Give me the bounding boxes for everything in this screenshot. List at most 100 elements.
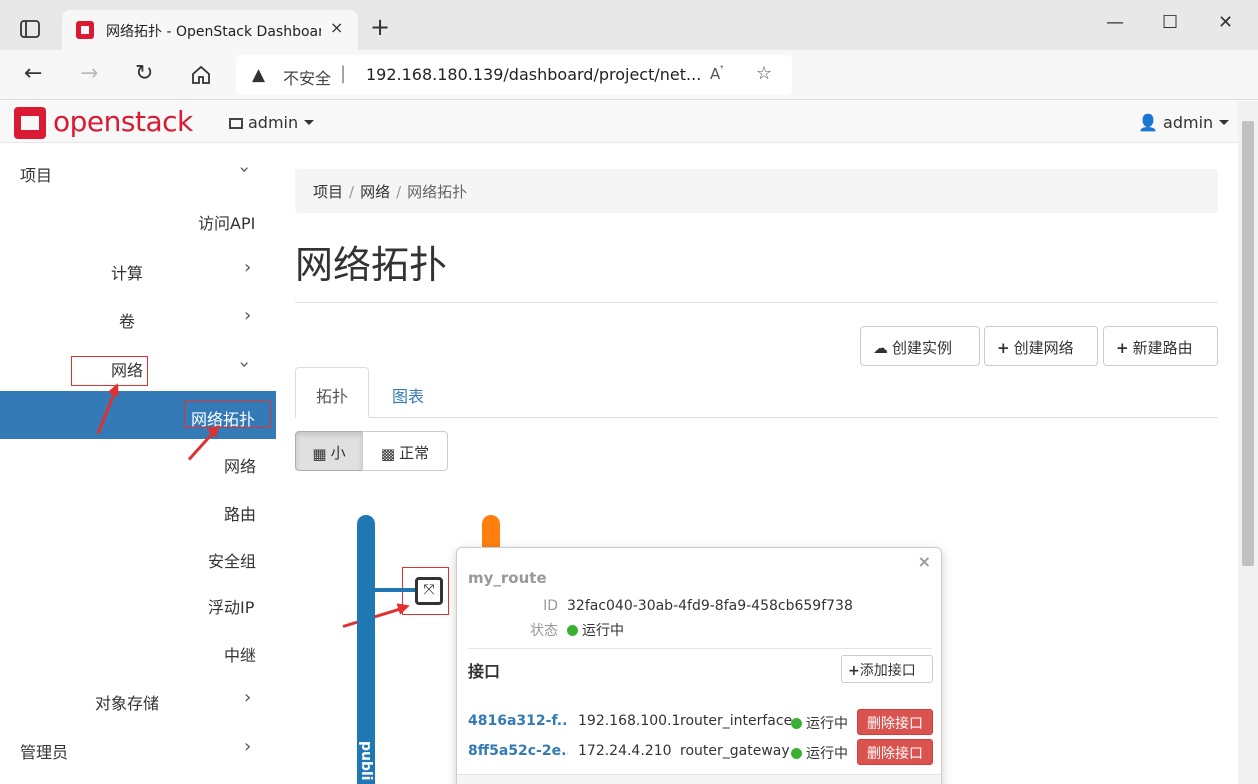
create-network-label: 创建网络 bbox=[1013, 339, 1074, 357]
user-menu[interactable]: 👤 admin bbox=[1138, 113, 1230, 132]
delete-interface-button[interactable]: 删除接口 bbox=[857, 739, 933, 765]
breadcrumb-project[interactable]: 项目 bbox=[313, 183, 343, 201]
chevron-down-icon[interactable]: › bbox=[234, 361, 255, 368]
router-name[interactable]: my_route bbox=[468, 569, 547, 587]
status-ok-icon bbox=[791, 748, 802, 759]
sidebar-item-routers[interactable]: 路由 bbox=[224, 501, 256, 525]
url-text[interactable]: 192.168.180.139/dashboard/project/net... bbox=[366, 65, 701, 84]
tab-graph[interactable]: 图表 bbox=[392, 383, 424, 407]
sidebar-item-api-access[interactable]: 访问API bbox=[198, 210, 255, 234]
forward-icon[interactable]: → bbox=[80, 62, 98, 86]
sidebar-item-floating-ips[interactable]: 浮动IP bbox=[208, 594, 254, 618]
interface-type: router_gateway bbox=[680, 743, 790, 759]
divider bbox=[468, 648, 932, 649]
interface-id-link[interactable]: 4816a312-f... bbox=[468, 713, 568, 729]
chevron-right-icon[interactable]: › bbox=[244, 305, 251, 326]
small-size-label: 小 bbox=[330, 444, 346, 462]
chevron-right-icon[interactable]: › bbox=[244, 687, 251, 708]
router-status-label: 状态 bbox=[530, 623, 558, 639]
caret-down-icon bbox=[1219, 120, 1230, 125]
chevron-right-icon[interactable]: › bbox=[244, 736, 251, 757]
tab-title: 网络拓扑 - OpenStack Dashboard bbox=[106, 24, 321, 40]
add-interface-button[interactable]: +添加接口 bbox=[841, 655, 933, 683]
annotation-box-topology bbox=[184, 401, 271, 428]
breadcrumb-current: 网络拓扑 bbox=[407, 183, 468, 201]
minimize-button[interactable]: — bbox=[1106, 12, 1124, 33]
openstack-logo-icon bbox=[14, 107, 46, 139]
interface-ip: 172.24.4.210 bbox=[578, 743, 672, 759]
browser-tab[interactable]: 网络拓扑 - OpenStack Dashboard × bbox=[62, 10, 358, 50]
warning-icon[interactable]: ▲ bbox=[252, 65, 265, 85]
insecure-label[interactable]: 不安全 bbox=[283, 65, 331, 89]
annotation-box-network bbox=[71, 356, 148, 386]
sidebar-item-trunks[interactable]: 中继 bbox=[224, 642, 256, 666]
tab-close-icon[interactable]: × bbox=[330, 18, 343, 37]
interface-status: 运行中 bbox=[791, 743, 848, 763]
openstack-logo[interactable]: openstack bbox=[14, 105, 214, 139]
caret-down-icon bbox=[304, 120, 315, 125]
scrollbar[interactable] bbox=[1238, 101, 1258, 784]
back-icon[interactable]: ← bbox=[24, 62, 42, 86]
launch-instance-button[interactable]: ☁ 创建实例 bbox=[860, 326, 980, 366]
router-status: 运行中 bbox=[567, 620, 624, 640]
interface-type: router_interface bbox=[680, 713, 793, 729]
sidebar-item-object-store[interactable]: 对象存储 bbox=[95, 690, 159, 714]
create-router-button[interactable]: + 新建路由 bbox=[1103, 326, 1218, 366]
grid-large-icon: ▩ bbox=[380, 445, 396, 463]
public-network-label[interactable]: publi bbox=[358, 741, 374, 781]
divider bbox=[295, 302, 1218, 303]
interface-status: 运行中 bbox=[791, 713, 848, 733]
tab-actions-icon[interactable] bbox=[20, 20, 40, 38]
sidebar-item-networks[interactable]: 网络 bbox=[224, 453, 256, 477]
user-icon: 👤 bbox=[1138, 113, 1158, 132]
router-id-label: ID bbox=[543, 598, 558, 614]
normal-size-button[interactable]: ▩ 正常 bbox=[362, 431, 448, 471]
chevron-right-icon[interactable]: › bbox=[244, 257, 251, 278]
project-name: admin bbox=[248, 113, 299, 132]
small-size-button[interactable]: ▦ 小 bbox=[295, 431, 363, 471]
add-interface-label: 添加接口 bbox=[859, 663, 916, 679]
create-router-label: 新建路由 bbox=[1132, 339, 1193, 357]
window-close-button[interactable]: ✕ bbox=[1218, 12, 1233, 33]
close-icon[interactable]: × bbox=[918, 552, 931, 571]
address-divider: | bbox=[340, 63, 347, 84]
sidebar-item-security-groups[interactable]: 安全组 bbox=[208, 548, 256, 572]
interface-status-value: 运行中 bbox=[806, 716, 848, 732]
interfaces-heading: 接口 bbox=[468, 662, 501, 681]
top-navbar: openstack admin 👤 admin bbox=[0, 101, 1238, 143]
launch-instance-label: 创建实例 bbox=[892, 339, 953, 357]
delete-interface-button[interactable]: 删除接口 bbox=[857, 709, 933, 735]
interface-id-link[interactable]: 8ff5a52c-2e... bbox=[468, 743, 568, 759]
sidebar-item-volumes[interactable]: 卷 bbox=[119, 308, 135, 332]
home-icon[interactable] bbox=[190, 64, 212, 86]
tab-topology[interactable]: 拓扑 bbox=[295, 367, 369, 418]
router-gateway-link bbox=[375, 588, 417, 592]
create-network-button[interactable]: + 创建网络 bbox=[984, 326, 1098, 366]
browser-toolbar: ← → ↻ ▲ 不安全 | 192.168.180.139/dashboard/… bbox=[0, 50, 1258, 139]
status-ok-icon bbox=[567, 625, 578, 636]
openstack-favicon-icon bbox=[76, 21, 94, 39]
page-title: 网络拓扑 bbox=[295, 243, 448, 287]
breadcrumb-network[interactable]: 网络 bbox=[360, 183, 390, 201]
grid-small-icon: ▦ bbox=[312, 445, 327, 463]
scrollbar-thumb[interactable] bbox=[1242, 121, 1254, 566]
add-favorite-icon[interactable]: ☆ bbox=[756, 63, 772, 84]
read-aloud-icon[interactable]: A𝄒 bbox=[710, 65, 723, 83]
sidebar-item-compute[interactable]: 计算 bbox=[111, 260, 143, 284]
popup-footer bbox=[457, 774, 941, 784]
project-icon bbox=[229, 118, 243, 129]
sidebar-item-project[interactable]: 项目 bbox=[20, 162, 52, 186]
address-bar[interactable]: ▲ 不安全 | 192.168.180.139/dashboard/projec… bbox=[236, 55, 792, 95]
plus-icon: + bbox=[848, 663, 860, 679]
maximize-button[interactable]: ☐ bbox=[1162, 12, 1178, 33]
router-node-icon[interactable]: ⤧ bbox=[415, 577, 443, 605]
project-selector[interactable]: admin bbox=[229, 113, 315, 132]
normal-size-label: 正常 bbox=[399, 444, 430, 462]
breadcrumb: 项目 / 网络 / 网络拓扑 bbox=[295, 169, 1218, 213]
new-tab-button[interactable]: + bbox=[370, 15, 390, 39]
logo-text: openstack bbox=[53, 105, 193, 138]
refresh-icon[interactable]: ↻ bbox=[135, 62, 153, 86]
chevron-down-icon[interactable]: › bbox=[234, 166, 255, 173]
sidebar-item-admin[interactable]: 管理员 bbox=[20, 739, 68, 763]
router-id-value: 32fac040-30ab-4fd9-8fa9-458cb659f738 bbox=[567, 598, 853, 614]
